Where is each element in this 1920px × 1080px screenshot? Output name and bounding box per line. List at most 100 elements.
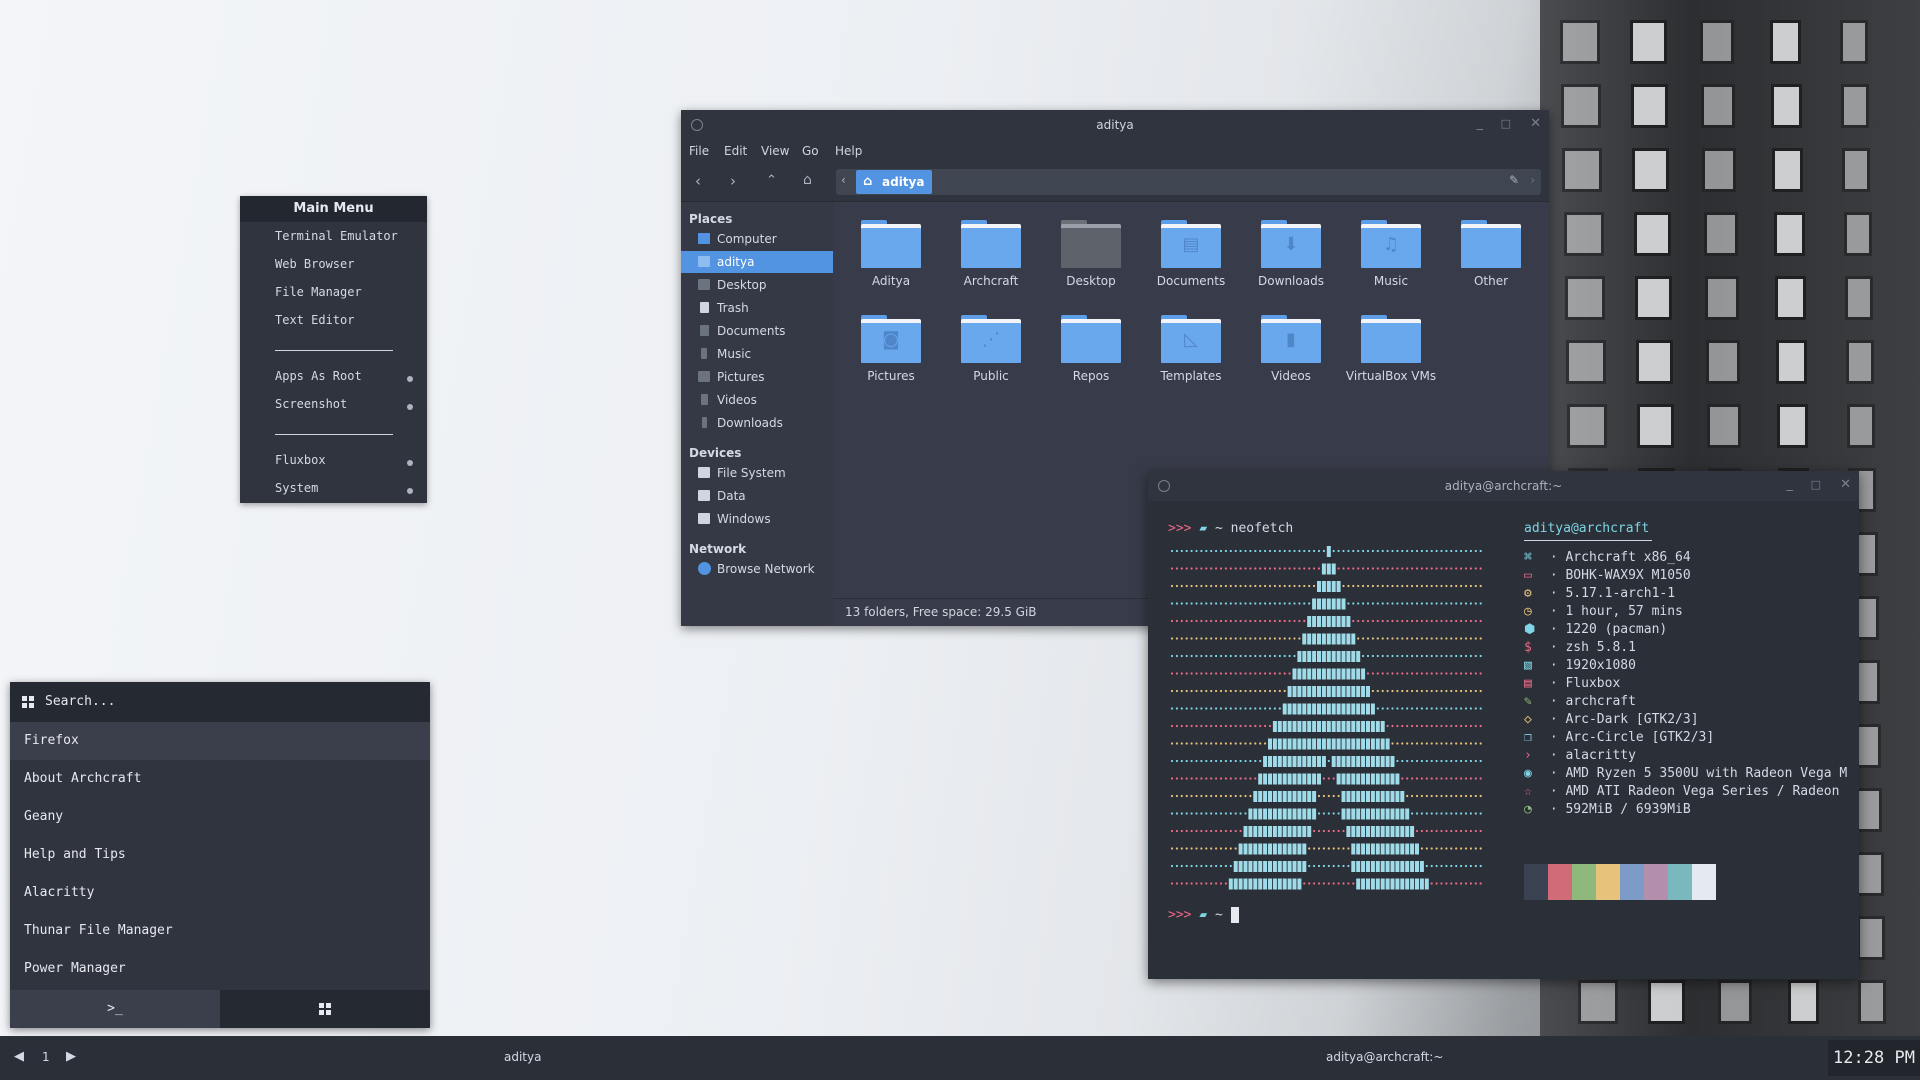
menu-view[interactable]: View (761, 144, 789, 158)
sidebar-item-file-system[interactable]: File System (681, 462, 833, 484)
menu-item-file-manager[interactable]: File Manager (275, 285, 362, 299)
menu-item-terminal-emulator[interactable]: Terminal Emulator (275, 229, 398, 243)
logo-dot (1362, 637, 1365, 640)
menu-item-web-browser[interactable]: Web Browser (275, 257, 354, 271)
logo-dot (1205, 724, 1208, 728)
logo-dot (1180, 689, 1183, 693)
edit-path-icon[interactable]: ✎ (1509, 173, 1519, 187)
logo-dot (1200, 777, 1203, 780)
location-bar[interactable]: ‹ ⌂ aditya ✎ › (836, 169, 1541, 195)
menu-item-text-editor[interactable]: Text Editor (275, 313, 354, 327)
forward-icon[interactable]: › (730, 172, 736, 190)
logo-block (1263, 756, 1268, 767)
launcher-entry-alacritty[interactable]: Alacritty (10, 874, 430, 912)
folder-item[interactable]: ⋰ Public (943, 305, 1039, 395)
launcher-entry-power-manager[interactable]: Power Manager (10, 950, 430, 988)
folder-item[interactable]: Aditya (843, 210, 939, 300)
folder-item[interactable]: Desktop (1043, 210, 1139, 300)
home-icon[interactable]: ⌂ (803, 172, 812, 188)
minimize-icon[interactable]: _ (1477, 116, 1484, 131)
sidebar-item-desktop[interactable]: Desktop (681, 274, 833, 296)
menu-item-fluxbox[interactable]: Fluxbox (275, 453, 326, 467)
logo-block (1292, 686, 1297, 697)
info-separator: · (1542, 766, 1566, 781)
file-manager-titlebar[interactable]: aditya _ □ ✕ (681, 110, 1549, 140)
logo-dot (1205, 619, 1208, 623)
launcher-entry-firefox[interactable]: Firefox (10, 722, 430, 760)
sidebar-item-computer[interactable]: Computer (681, 228, 833, 250)
close-icon[interactable]: ✕ (1840, 477, 1851, 492)
logo-dot (1464, 829, 1468, 833)
folder-item[interactable]: Repos (1043, 305, 1139, 395)
building-window (1648, 980, 1685, 1024)
logo-dot (1190, 847, 1193, 850)
apps-mode-button[interactable] (220, 990, 430, 1028)
sidebar-item-aditya[interactable]: aditya (681, 251, 833, 273)
sidebar-item-browse-network[interactable]: Browse Network (681, 558, 833, 580)
logo-block (1272, 878, 1277, 890)
minimize-icon[interactable]: _ (1787, 477, 1794, 492)
logo-dot (1205, 584, 1208, 588)
folder-item[interactable]: ▮ Videos (1243, 305, 1339, 395)
launcher-entry-thunar[interactable]: Thunar File Manager (10, 912, 430, 950)
logo-block (1292, 861, 1297, 872)
sidebar-item-documents[interactable]: Documents (681, 320, 833, 342)
task-file-manager[interactable]: aditya (504, 1050, 541, 1064)
menu-item-apps-as-root[interactable]: Apps As Root (275, 369, 362, 383)
launcher-entry-help-and-tips[interactable]: Help and Tips (10, 836, 430, 874)
folder-item[interactable]: ◙ Pictures (843, 305, 939, 395)
next-workspace-icon[interactable]: ▶ (66, 1049, 76, 1064)
building-window (1842, 148, 1871, 192)
back-icon[interactable]: ‹ (695, 172, 701, 190)
search-input[interactable]: Search... (10, 682, 430, 722)
logo-dot (1205, 689, 1208, 693)
maximize-icon[interactable]: □ (1811, 478, 1821, 491)
sidebar-item-downloads[interactable]: Downloads (681, 412, 833, 434)
logo-dot (1357, 602, 1360, 605)
logo-dot (1283, 637, 1286, 640)
logo-dot (1200, 864, 1203, 868)
task-terminal[interactable]: aditya@archcraft:~ (1326, 1050, 1443, 1064)
menu-go[interactable]: Go (802, 144, 819, 158)
logo-dot (1229, 777, 1232, 780)
sidebar-item-music[interactable]: Music (681, 343, 833, 365)
run-mode-button[interactable]: >_ (10, 990, 220, 1028)
menu-item-screenshot[interactable]: Screenshot (275, 397, 347, 411)
logo-dot (1474, 707, 1477, 710)
logo-dot (1401, 619, 1404, 623)
logo-block (1346, 616, 1351, 627)
folder-item[interactable]: ♫ Music (1343, 210, 1439, 300)
logo-dot (1362, 619, 1365, 623)
close-icon[interactable]: ✕ (1530, 116, 1541, 131)
logo-dot (1322, 794, 1325, 798)
launcher-entry-about-archcraft[interactable]: About Archcraft (10, 760, 430, 798)
logo-dot (1205, 864, 1208, 868)
logo-dot (1205, 812, 1208, 815)
breadcrumb[interactable]: ⌂ aditya (856, 170, 932, 194)
menu-item-system[interactable]: System (275, 481, 318, 495)
menu-edit[interactable]: Edit (724, 144, 747, 158)
folder-item[interactable]: ◺ Templates (1143, 305, 1239, 395)
up-icon[interactable]: ⌃ (766, 173, 777, 188)
menu-help[interactable]: Help (835, 144, 862, 158)
sidebar-item-data[interactable]: Data (681, 485, 833, 507)
prev-workspace-icon[interactable]: ◀ (14, 1049, 24, 1064)
logo-dot (1445, 567, 1448, 570)
path-scroll-left-icon[interactable]: ‹ (841, 173, 846, 187)
menu-file[interactable]: File (689, 144, 709, 158)
folder-item[interactable]: ▤ Documents (1143, 210, 1239, 300)
sidebar-item-pictures[interactable]: Pictures (681, 366, 833, 388)
folder-item[interactable]: Archcraft (943, 210, 1039, 300)
sidebar-item-trash[interactable]: Trash (681, 297, 833, 319)
launcher-entry-geany[interactable]: Geany (10, 798, 430, 836)
sidebar-item-videos[interactable]: Videos (681, 389, 833, 411)
folder-item[interactable]: Other (1443, 210, 1539, 300)
sidebar-item-windows[interactable]: Windows (681, 508, 833, 530)
path-scroll-right-icon[interactable]: › (1530, 173, 1535, 187)
maximize-icon[interactable]: □ (1501, 117, 1511, 130)
logo-dot (1386, 707, 1389, 710)
folder-item[interactable]: ⬇ Downloads (1243, 210, 1339, 300)
folder-item[interactable]: VirtualBox VMs (1343, 305, 1439, 395)
terminal-titlebar[interactable]: aditya@archcraft:~ _ □ ✕ (1148, 471, 1859, 501)
terminal-output[interactable]: >>> ▰ ~ neofetch aditya@archcraft ⌘ · Ar… (1168, 521, 1847, 971)
